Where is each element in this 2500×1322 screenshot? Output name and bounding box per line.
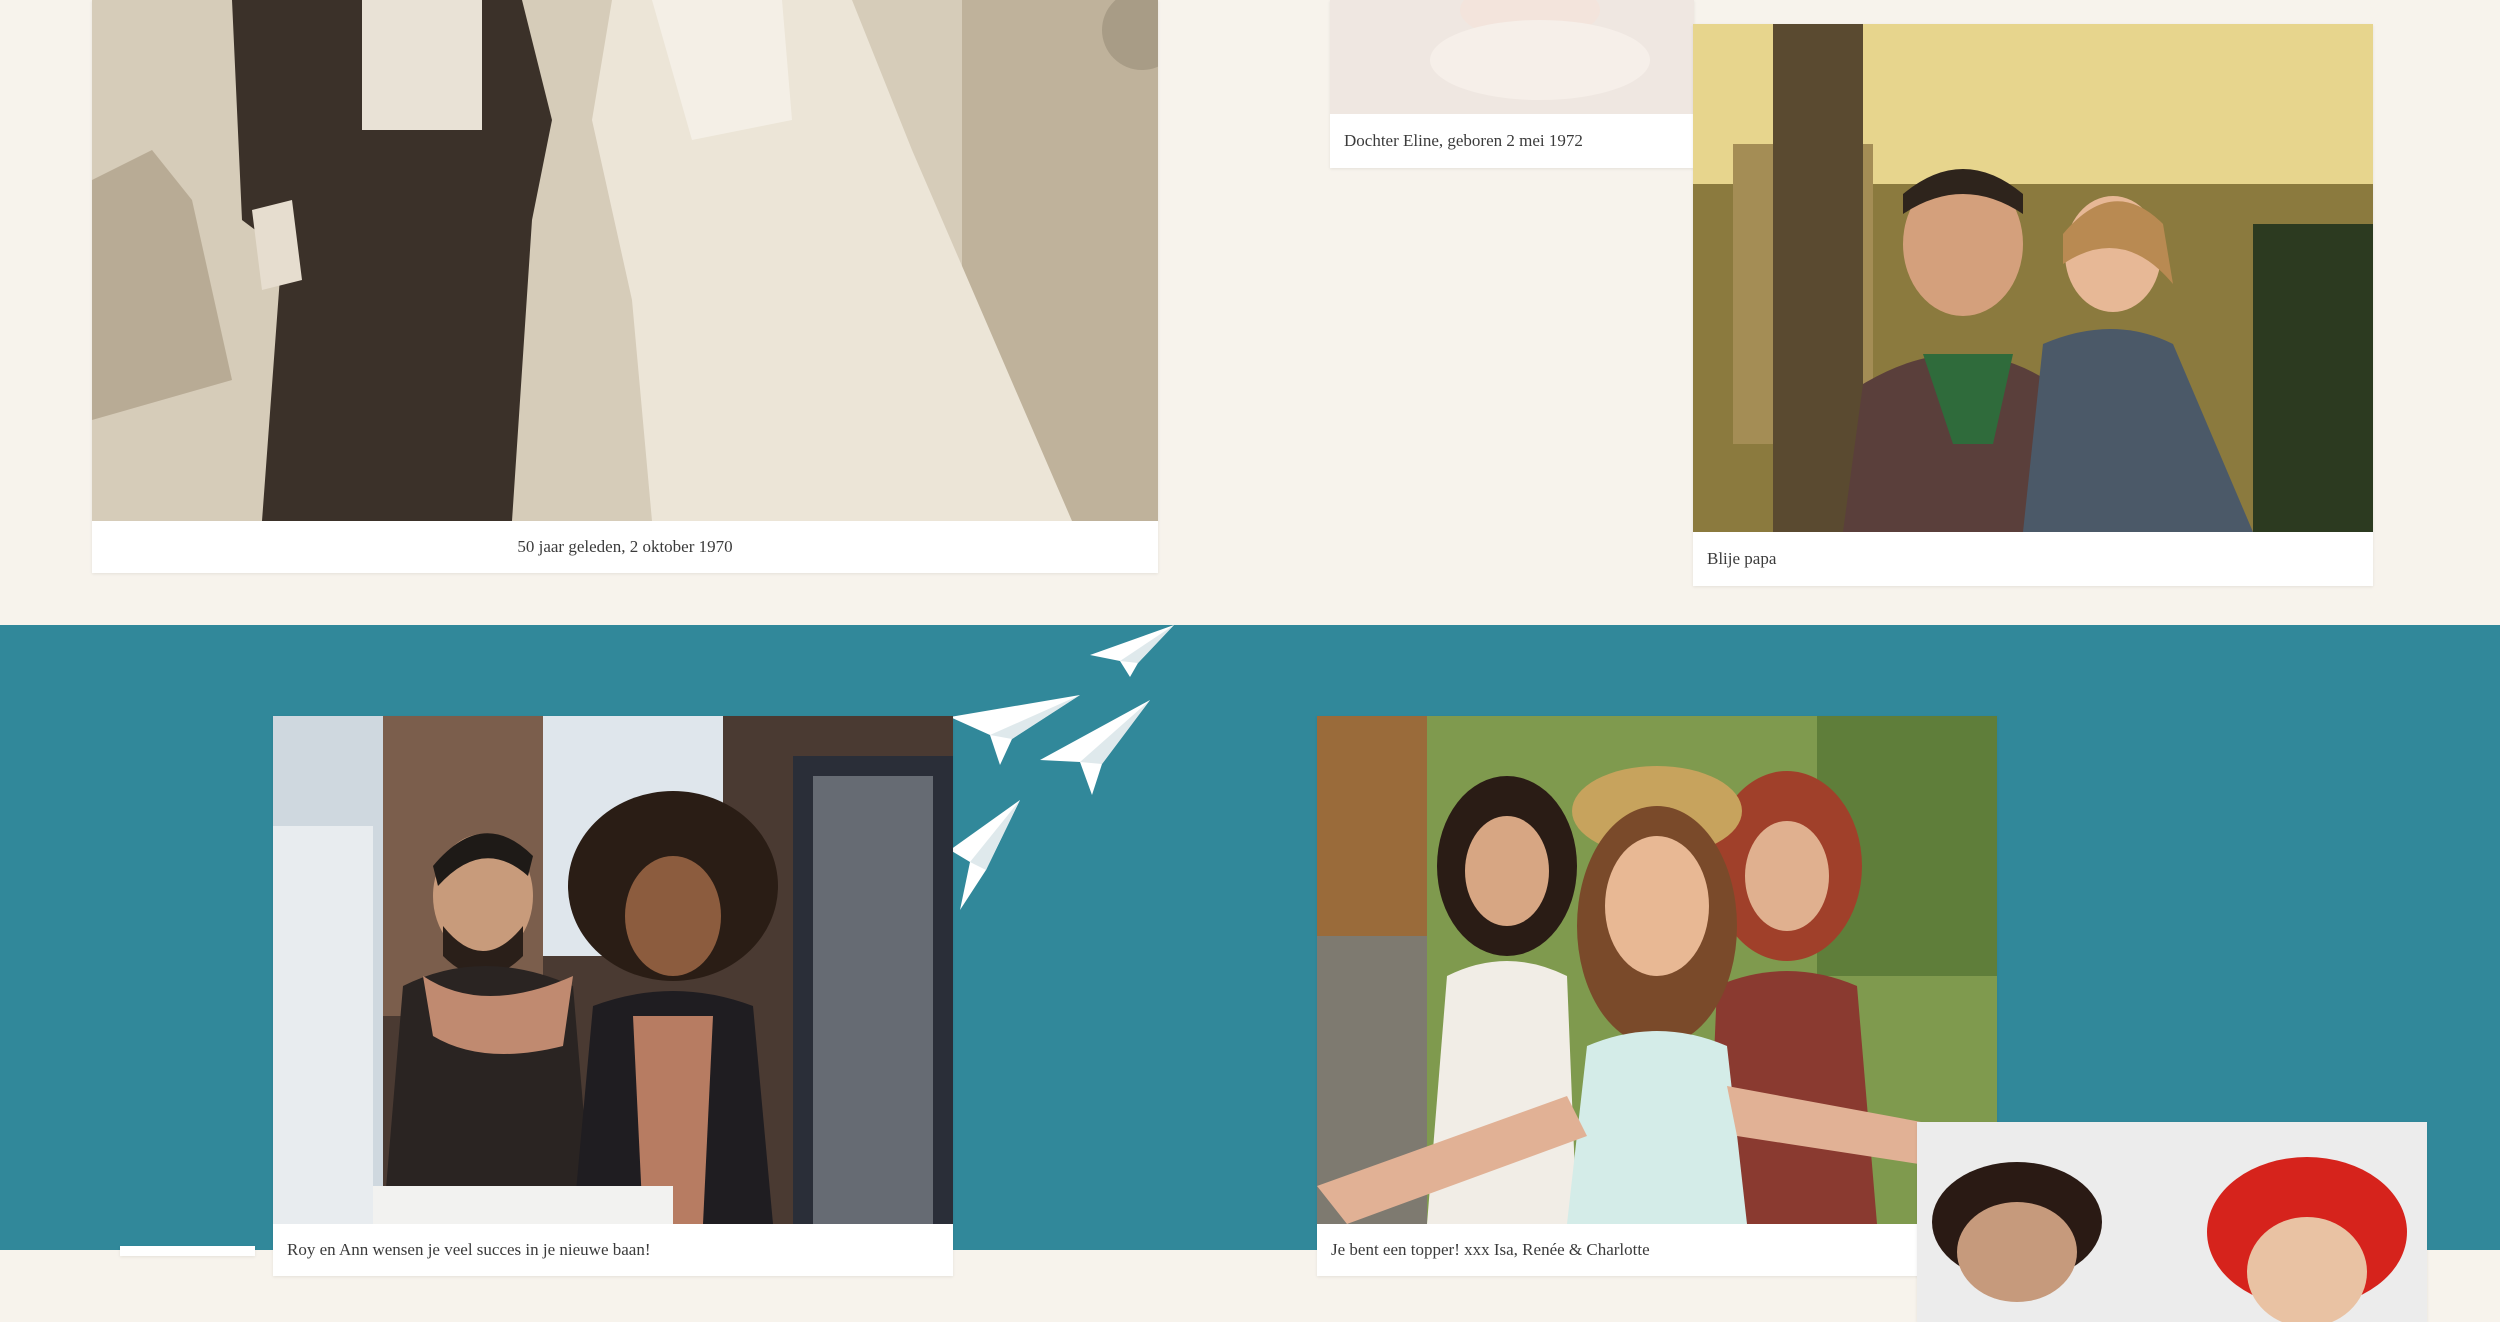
baby-photo-card[interactable]: Dochter Eline, geboren 2 mei 1972 (1330, 0, 1694, 168)
office-photo-card[interactable]: Roy en Ann wensen je veel succes in je n… (273, 716, 953, 1276)
dad-photo-caption: Blije papa (1707, 549, 1777, 568)
paper-plane-icon (1040, 700, 1150, 795)
friends-selfie-illustration (1317, 716, 1997, 1224)
wedding-photo-caption: 50 jaar geleden, 2 oktober 1970 (517, 537, 733, 556)
paper-plane-icon (1090, 625, 1174, 677)
dad-photo (1693, 24, 2373, 532)
friends-photo (1317, 716, 1997, 1224)
dad-photo-card[interactable]: Blije papa (1693, 24, 2373, 586)
office-coworkers-illustration (273, 716, 953, 1224)
wedding-photo (92, 0, 1158, 521)
friends-photo-card[interactable]: Je bent een topper! xxx Isa, Renée & Cha… (1317, 716, 1997, 1276)
red-hair-photo (1917, 1122, 2427, 1322)
wedding-photo-card[interactable]: 50 jaar geleden, 2 oktober 1970 (92, 0, 1158, 573)
red-hair-photo-card[interactable] (1917, 1122, 2427, 1322)
dad-and-daughter-illustration (1693, 24, 2373, 532)
red-hair-couple-illustration (1917, 1122, 2427, 1322)
baby-photo-caption: Dochter Eline, geboren 2 mei 1972 (1344, 131, 1583, 150)
baby-photo (1330, 0, 1694, 114)
partial-photo-frame (120, 1246, 255, 1256)
baby-illustration (1330, 0, 1694, 114)
office-photo (273, 716, 953, 1224)
paper-plane-icon (950, 800, 1020, 910)
wedding-couple-illustration (92, 0, 1158, 521)
